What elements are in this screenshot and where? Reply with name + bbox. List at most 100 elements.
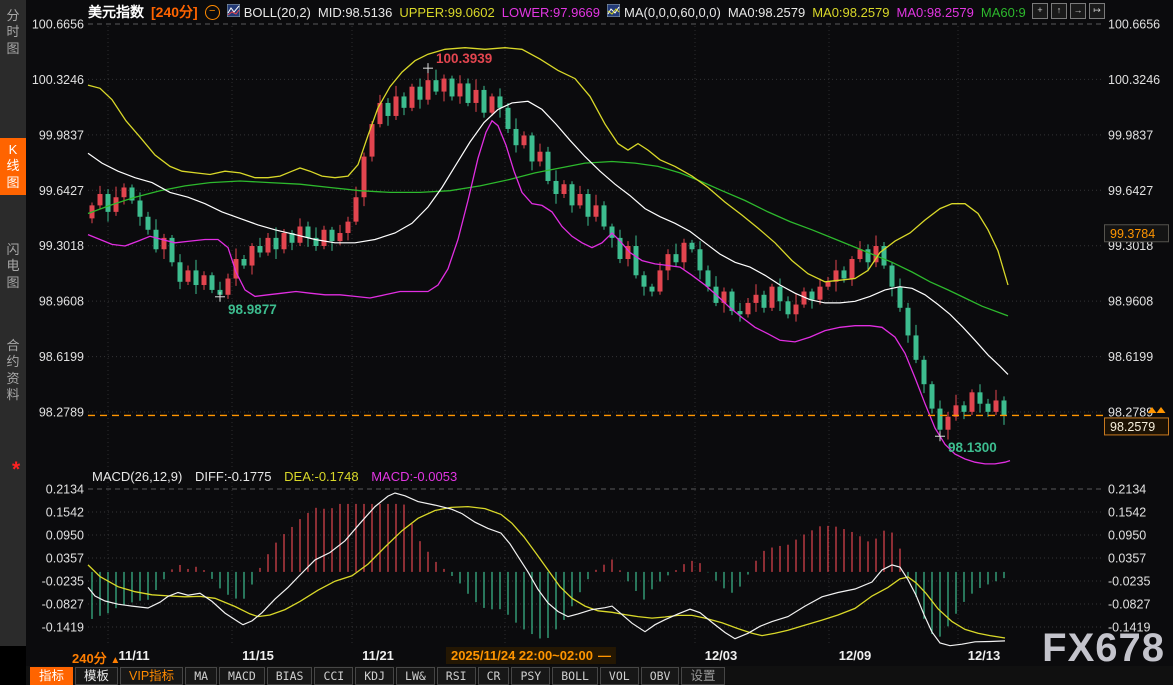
macd-axis-label-left: 0.0357 — [46, 552, 84, 566]
candlestick-layer — [90, 68, 1007, 439]
boll-upper-value: UPPER:99.0602 — [399, 5, 494, 20]
macd-axis-label-left: -0.0827 — [42, 598, 84, 612]
toolbar-item-VOL[interactable]: VOL — [600, 667, 639, 685]
price-annotation: 98.9877 — [215, 292, 277, 317]
price-axis-label-left: 100.3246 — [32, 73, 84, 87]
price-axis-label-right: 99.6427 — [1108, 184, 1153, 198]
price-gridlines: 100.6656100.6656100.3246100.324699.98379… — [32, 18, 1160, 635]
main-chart[interactable]: 100.6656100.6656100.3246100.324699.98379… — [0, 0, 1173, 685]
time-axis-label: 12/09 — [839, 648, 872, 663]
price-axis-label-right: 98.9608 — [1108, 295, 1153, 309]
symbol-title: 美元指数 — [88, 2, 144, 22]
macd-axis-label-right: -0.0235 — [1108, 575, 1150, 589]
macd-axis-label-right: 0.2134 — [1108, 483, 1146, 497]
crosshair-time-badge: 2025/11/24 22:00~02:00 — — [446, 647, 616, 664]
price-axis-label-left: 99.9837 — [39, 128, 84, 142]
ma60-value: MA60:9 — [981, 5, 1026, 20]
crosshair-dash: — — [598, 648, 611, 663]
price-axis-label-left: 99.6427 — [39, 184, 84, 198]
time-axis-label: 12/03 — [705, 648, 738, 663]
time-axis: 240分 ▲ 11/11 11/15 11/21 2025/11/24 22:00~0… — [26, 647, 1173, 666]
toolbar-item-指标[interactable]: 指标 — [30, 667, 73, 685]
macd-axis-label-left: 0.0950 — [46, 529, 84, 543]
macd-dea-line — [88, 507, 1005, 638]
macd-dea-value: DEA:-0.1748 — [284, 469, 358, 484]
zoom-out-icon[interactable]: → — [1070, 3, 1086, 19]
sidebar-item-contract-info[interactable]: 合约资料 — [0, 334, 26, 407]
macd-axis-label-right: 0.0950 — [1108, 529, 1146, 543]
vertical-gridlines — [108, 26, 958, 645]
time-axis-label: 11/15 — [242, 648, 274, 663]
toolbar-item-MA[interactable]: MA — [185, 667, 217, 685]
macd-diff-value: DIFF:-0.1775 — [195, 469, 272, 484]
toolbar-item-KDJ[interactable]: KDJ — [355, 667, 394, 685]
period-selector-label: 240分 — [72, 651, 107, 666]
ma0-magenta-value: MA0:98.2579 — [897, 5, 974, 20]
price-annotation: 100.3939 — [423, 51, 492, 73]
toolbar-item-CCI[interactable]: CCI — [314, 667, 353, 685]
macd-params: MACD(26,12,9) — [92, 469, 182, 484]
price-axis-label-right: 100.3246 — [1108, 73, 1160, 87]
toolbar-item-PSY[interactable]: PSY — [511, 667, 550, 685]
app-window: 100.6656100.6656100.3246100.324699.98379… — [0, 0, 1173, 685]
time-axis-label: 12/13 — [968, 648, 1001, 663]
toolbar-item-VIP指标[interactable]: VIP指标 — [120, 667, 183, 685]
price-axis-label-right: 99.9837 — [1108, 128, 1153, 142]
indicator-header-bar: 美元指数 [240分] − BOLL(20,2) MID:98.5136 UPP… — [26, 0, 1173, 24]
svg-text:98.2579: 98.2579 — [1110, 420, 1155, 434]
sidebar-corner — [0, 646, 26, 685]
boll-lower-value: LOWER:97.9669 — [502, 5, 600, 20]
goto-latest-icon[interactable]: ↦ — [1089, 3, 1105, 19]
svg-text:99.3784: 99.3784 — [1110, 227, 1155, 241]
zoom-in-icon[interactable]: ↑ — [1051, 3, 1067, 19]
sidebar-item-timeline-chart[interactable]: 分时图 — [0, 4, 26, 61]
toolbar-item-模板[interactable]: 模板 — [75, 667, 118, 685]
pan-icon[interactable]: + — [1032, 3, 1048, 19]
macd-header: MACD(26,12,9) DIFF:-0.1775 DEA:-0.1748 M… — [92, 469, 466, 484]
svg-text:98.1300: 98.1300 — [948, 440, 997, 455]
macd-axis-label-right: -0.0827 — [1108, 598, 1150, 612]
time-axis-label: 11/21 — [362, 648, 394, 663]
toolbar-item-LW&[interactable]: LW& — [396, 667, 435, 685]
collapse-icon[interactable]: − — [205, 5, 220, 20]
price-axis-label-left: 98.6199 — [39, 350, 84, 364]
macd-axis-label-right: 0.0357 — [1108, 552, 1146, 566]
sidebar-item-label: 合约资料 — [6, 338, 21, 403]
price-axis-label-right: 98.6199 — [1108, 350, 1153, 364]
sidebar-item-candle-chart[interactable]: K线图 — [0, 138, 26, 195]
macd-axis-label-left: 0.2134 — [46, 483, 84, 497]
period-selector[interactable]: 240分 ▲ — [72, 648, 120, 667]
sidebar-item-label: K线图 — [6, 142, 21, 191]
toolbar-item-BOLL[interactable]: BOLL — [552, 667, 598, 685]
boll-indicator-icon[interactable] — [227, 4, 240, 20]
chart-control-icons: +↑→↦ — [1032, 3, 1105, 19]
svg-text:98.9877: 98.9877 — [228, 302, 277, 317]
live-indicator-icon: * — [12, 458, 20, 482]
current-price-badge: 98.2579 — [1105, 418, 1169, 435]
period-badge: [240分] — [151, 2, 198, 22]
toolbar-item-MACD[interactable]: MACD — [219, 667, 265, 685]
price-axis-label-left: 99.3018 — [39, 239, 84, 253]
toolbar-item-OBV[interactable]: OBV — [641, 667, 680, 685]
sidebar-item-label: 闪电图 — [6, 242, 21, 291]
indicator-toolbar: 指标模板VIP指标MAMACDBIASCCIKDJLW&RSICRPSYBOLL… — [26, 666, 1173, 685]
toolbar-item-设置[interactable]: 设置 — [681, 667, 724, 685]
toolbar-item-BIAS[interactable]: BIAS — [267, 667, 313, 685]
ma-indicator-icon[interactable] — [607, 4, 620, 20]
time-axis-label: 11/11 — [118, 648, 149, 663]
crosshair-time-text: 2025/11/24 22:00~02:00 — [451, 648, 593, 663]
boll-params: BOLL(20,2) — [244, 5, 311, 20]
macd-axis-label-left: 0.1542 — [46, 506, 84, 520]
ma0-white-value: MA0:98.2579 — [728, 5, 805, 20]
price-axis-label-right: 98.2789 — [1108, 406, 1153, 420]
price-axis-label-left: 98.9608 — [39, 295, 84, 309]
toolbar-item-CR[interactable]: CR — [478, 667, 510, 685]
sidebar-item-flash-chart[interactable]: 闪电图 — [0, 238, 26, 295]
svg-text:100.3939: 100.3939 — [436, 51, 492, 66]
boll-mid-line — [88, 101, 1008, 374]
macd-histogram — [92, 504, 1004, 639]
boll-mid-value: MID:98.5136 — [318, 5, 392, 20]
toolbar-item-RSI[interactable]: RSI — [437, 667, 476, 685]
macd-axis-label-right: 0.1542 — [1108, 506, 1146, 520]
macd-axis-label-left: -0.1419 — [42, 621, 84, 635]
